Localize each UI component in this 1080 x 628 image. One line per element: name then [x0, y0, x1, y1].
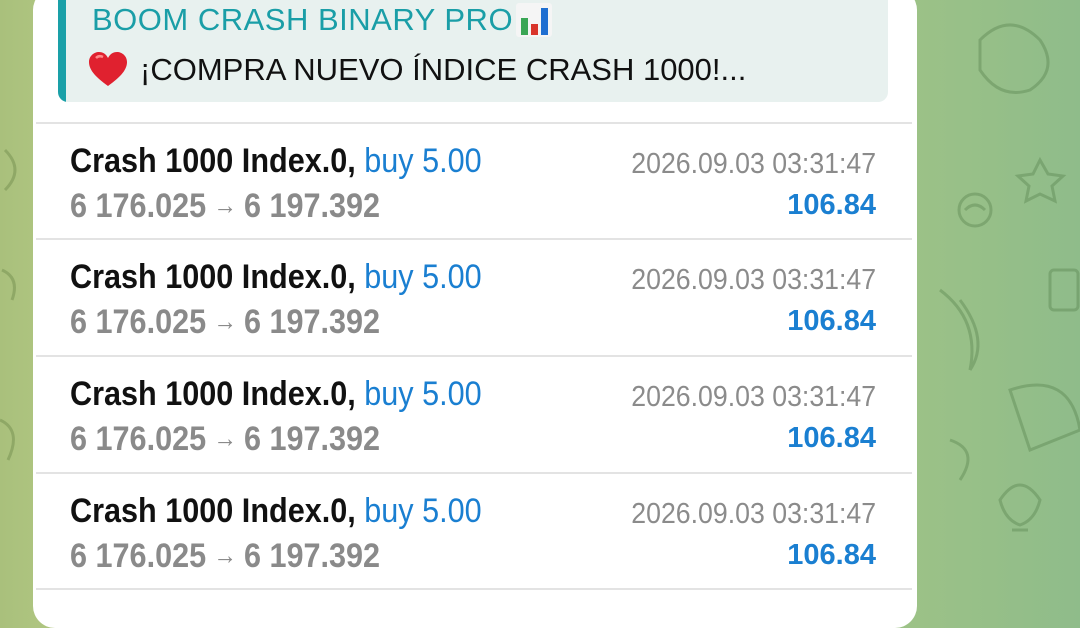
trade-title: Crash 1000 Index.0, buy 5.00: [70, 258, 482, 297]
trade-action: buy 5.00: [364, 258, 482, 296]
trade-item[interactable]: Crash 1000 Index.0, buy 5.00 6 176.025 → 6…: [36, 472, 912, 587]
trade-item-partial[interactable]: [36, 588, 912, 609]
price-arrow: →: [213, 306, 237, 336]
trade-prices: 6 176.025 → 6 197.392: [70, 303, 380, 342]
reply-accent-bar: [58, 0, 66, 102]
close-price: 6 197.392: [243, 537, 381, 575]
trade-symbol: Crash 1000 Index.0,: [70, 492, 356, 530]
heart-icon: [89, 52, 127, 86]
price-arrow: →: [213, 540, 237, 570]
open-price: 6 176.025: [70, 187, 207, 225]
trade-time: 2026.09.03 03:31:47: [631, 264, 876, 296]
trade-prices: 6 176.025 → 6 197.392: [70, 537, 380, 576]
trade-item[interactable]: Crash 1000 Index.0, buy 5.00 6 176.025 → 6…: [36, 238, 912, 353]
reply-text: ¡COMPRA NUEVO ÍNDICE CRASH 1000!...: [88, 52, 746, 88]
trade-profit: 106.84: [787, 422, 876, 454]
open-price: 6 176.025: [70, 537, 207, 575]
trade-time: 2026.09.03 03:31:47: [631, 148, 876, 180]
trade-profit: 106.84: [787, 539, 876, 571]
trade-profit: 106.84: [787, 189, 876, 221]
trade-title: Crash 1000 Index.0, buy 5.00: [70, 375, 482, 414]
wallpaper-doodle-right: [939, 23, 1080, 532]
trade-action: buy 5.00: [364, 142, 482, 180]
price-arrow: →: [213, 190, 237, 220]
wallpaper-doodle-left: [0, 148, 17, 461]
trade-symbol: Crash 1000 Index.0,: [70, 375, 356, 413]
trade-title: Crash 1000 Index.0, buy 5.00: [70, 492, 482, 531]
trade-prices: 6 176.025 → 6 197.392: [70, 187, 380, 226]
trade-symbol: Crash 1000 Index.0,: [70, 142, 356, 180]
open-price: 6 176.025: [70, 303, 207, 341]
reply-text-content: ¡COMPRA NUEVO ÍNDICE CRASH 1000!...: [140, 52, 747, 87]
trade-prices: 6 176.025 → 6 197.392: [70, 420, 380, 459]
open-price: 6 176.025: [70, 420, 207, 458]
close-price: 6 197.392: [243, 420, 381, 458]
reply-title: BOOM CRASH BINARY PRO: [92, 2, 553, 38]
trade-title: Crash 1000 Index.0, buy 5.00: [70, 142, 482, 181]
trade-item[interactable]: Crash 1000 Index.0, buy 5.00 6 176.025 → 6…: [36, 355, 912, 470]
reply-preview[interactable]: BOOM CRASH BINARY PRO ¡COMPRA NUEVO ÍNDI…: [58, 0, 888, 102]
reply-title-text: BOOM CRASH BINARY PRO: [92, 2, 514, 37]
trade-action: buy 5.00: [364, 375, 482, 413]
trade-time: 2026.09.03 03:31:47: [631, 381, 876, 413]
price-arrow: →: [213, 423, 237, 453]
bar-chart-icon: [516, 3, 553, 37]
close-price: 6 197.392: [243, 187, 381, 225]
trade-symbol: Crash 1000 Index.0,: [70, 258, 356, 296]
trade-item[interactable]: Crash 1000 Index.0, buy 5.00 6 176.025 → 6…: [36, 122, 912, 237]
trade-profit: 106.84: [787, 305, 876, 337]
trade-time: 2026.09.03 03:31:47: [631, 498, 876, 530]
close-price: 6 197.392: [243, 303, 381, 341]
trade-action: buy 5.00: [364, 492, 482, 530]
